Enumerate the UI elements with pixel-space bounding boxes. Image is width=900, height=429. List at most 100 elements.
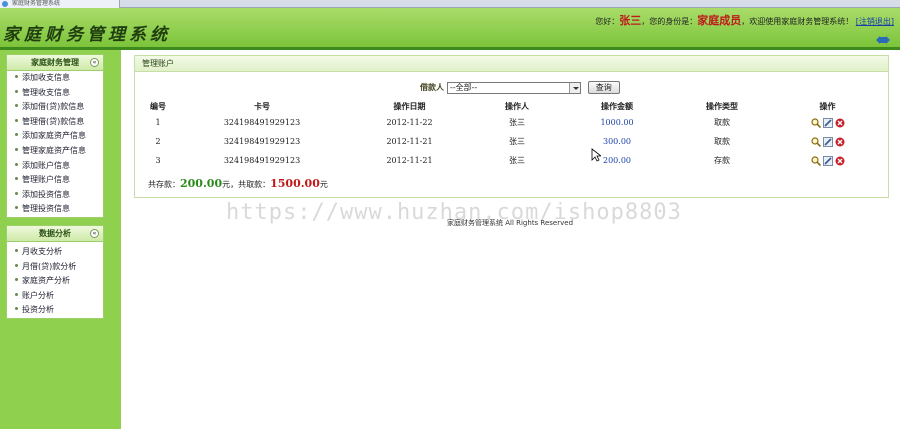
cell-operator: 张三 [509,137,525,146]
toggle-arrows-icon[interactable] [876,36,890,44]
edit-icon[interactable] [822,136,833,147]
table-row: 1 324198491929123 2012-11-22 张三 1000.00 取款 [139,113,883,132]
app-header: 家庭财务管理系统 您好：张三，您的身份是：家庭成员，欢迎使用家庭财务管理系统！ … [0,8,900,47]
bullet-icon [15,162,18,166]
column-header: 编号 [150,101,166,111]
sidebar-item-label: 账户分析 [22,290,54,300]
sidebar-item-label: 管理收支信息 [22,87,70,97]
sidebar-item[interactable]: 添加家庭资产信息 [7,129,103,144]
bullet-icon [15,118,18,122]
borrower-label: 借款人 [420,83,444,92]
cell-type: 存款 [714,156,730,165]
sidebar-item[interactable]: 添加借(贷)款信息 [7,100,103,115]
cell-operator: 张三 [509,118,525,127]
cell-date: 2012-11-22 [386,118,433,127]
delete-icon[interactable] [835,156,845,166]
column-header: 操作 [819,101,836,111]
collapse-icon[interactable]: « [90,58,99,67]
sidebar-group-title[interactable]: 家庭财务管理 « [7,55,103,71]
sidebar-item[interactable]: 管理家庭资产信息 [7,144,103,159]
sidebar-group-finance: 家庭财务管理 « 添加收支信息 管理收支信息 添加借(贷)款信息 管理借(贷)款信息添… [6,54,104,218]
bullet-icon [15,104,18,108]
query-button[interactable]: 查询 [587,81,620,94]
browser-tab[interactable]: 家庭财务管理系统 [0,0,120,8]
bullet-icon [15,75,18,78]
user-info: 您好：张三，您的身份是：家庭成员，欢迎使用家庭财务管理系统！ [注销退出] [595,12,894,28]
delete-icon[interactable] [835,137,845,147]
total-withdraw: 1500.00 [270,177,320,190]
greeting-text: 您好： [595,17,620,26]
browser-tab-title: 家庭财务管理系统 [12,0,61,7]
sidebar-group-title[interactable]: 数据分析 « [7,226,103,242]
chevron-down-icon[interactable] [568,82,580,93]
mouse-cursor-icon [591,148,601,162]
sidebar-item[interactable]: 月借(贷)款分析 [7,260,103,275]
bullet-icon [15,249,18,252]
sidebar-item[interactable]: 管理收支信息 [7,86,103,101]
main-panel: 管理账户 借款人 --全部-- 查询 编号 卡号 操作日期 操作人 操作金额 操… [134,55,889,198]
app-logo: 家庭财务管理系统 [3,25,171,45]
cell-type: 取款 [714,137,730,146]
header-divider [0,47,900,50]
page-title: 管理账户 [135,56,888,72]
column-header: 卡号 [254,101,270,111]
edit-icon[interactable] [822,117,833,128]
cell-operator: 张三 [509,156,525,165]
cell-amount: 300.00 [603,137,631,146]
column-header: 操作金额 [601,101,633,111]
cell-actions [772,113,883,132]
sidebar-item-label: 投资分析 [22,305,54,315]
favicon-icon [2,1,8,7]
borrower-select[interactable]: --全部-- [446,81,581,94]
role-prefix: ，您的身份是： [641,17,698,26]
cell-actions [772,151,883,170]
welcome-text: ，欢迎使用家庭财务管理系统！ [741,17,854,26]
sidebar-item-label: 管理借(贷)款信息 [22,116,85,126]
edit-icon[interactable] [822,155,833,166]
collapse-icon[interactable]: « [90,229,99,238]
sidebar-item-label: 添加收支信息 [22,73,70,82]
sidebar-item-label: 添加家庭资产信息 [22,131,86,141]
sidebar-item-label: 月收支分析 [22,247,62,256]
bullet-icon [15,292,18,296]
sidebar-item[interactable]: 添加收支信息 [7,71,103,86]
sidebar-item[interactable]: 管理借(贷)款信息 [7,115,103,130]
bullet-icon [15,147,18,151]
sidebar-item-label: 添加账户信息 [22,160,70,170]
view-magnifier-icon[interactable] [810,155,821,166]
sidebar-item-label: 管理家庭资产信息 [22,145,86,155]
cell-id: 1 [155,118,161,127]
cell-card: 324198491929123 [223,118,301,127]
records-table: 编号 卡号 操作日期 操作人 操作金额 操作类型 操作 1 32419849192… [139,100,883,170]
sidebar-item[interactable]: 添加账户信息 [7,159,103,174]
cell-card: 324198491929123 [223,137,301,146]
sidebar-item[interactable]: 家庭资产分析 [7,274,103,289]
cell-actions [772,132,883,151]
bullet-icon [15,307,18,311]
sidebar-item-label: 管理账户信息 [22,175,70,185]
sidebar-item-label: 管理投资信息 [22,204,70,214]
logout-link[interactable]: [注销退出] [856,17,894,26]
bullet-icon [15,177,18,181]
sidebar-item-label: 月借(贷)款分析 [22,261,77,271]
search-bar: 借款人 --全部-- 查询 [420,81,620,94]
cell-date: 2012-11-21 [386,156,433,165]
bullet-icon [15,133,18,137]
delete-icon[interactable] [835,118,845,128]
sidebar-item[interactable]: 月收支分析 [7,245,103,260]
sidebar-item-label: 家庭资产分析 [22,276,70,286]
sidebar-item-label: 添加借(贷)款信息 [22,102,85,112]
view-magnifier-icon[interactable] [810,136,821,147]
footer-copyright: 家庭财务管理系统 All Rights Reserved [447,219,574,227]
sidebar-item[interactable]: 管理账户信息 [7,173,103,188]
sidebar-item[interactable]: 添加投资信息 [7,188,103,203]
sidebar-item[interactable]: 投资分析 [7,303,103,318]
column-header: 操作人 [505,101,529,111]
cell-date: 2012-11-21 [386,137,433,146]
bullet-icon [15,263,18,267]
sidebar-item[interactable]: 管理投资信息 [7,202,103,217]
view-magnifier-icon[interactable] [810,117,821,128]
sidebar-item[interactable]: 账户分析 [7,289,103,304]
cell-id: 3 [155,156,161,165]
table-header-row: 编号 卡号 操作日期 操作人 操作金额 操作类型 操作 [139,100,883,113]
